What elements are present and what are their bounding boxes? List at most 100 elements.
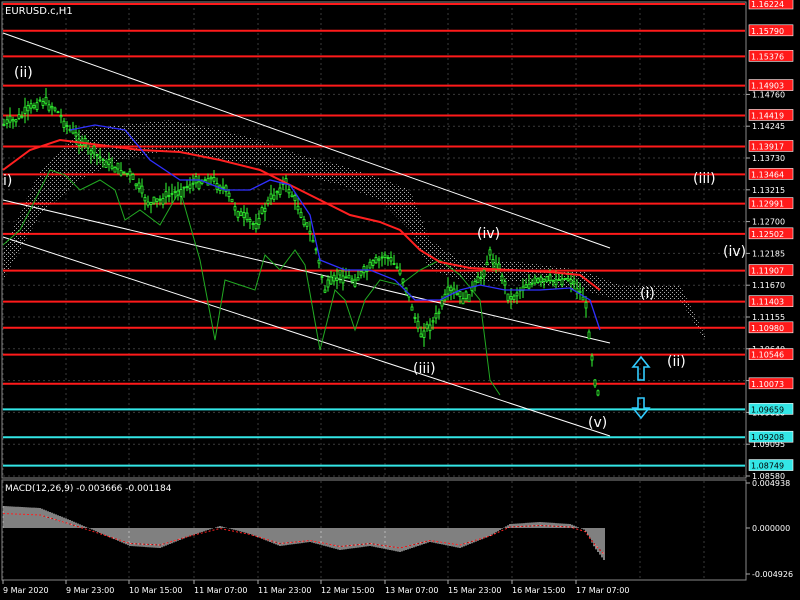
candle-body [338,269,342,276]
candle-body [515,292,519,297]
price-level-box[interactable]: 1.15376 [748,50,794,62]
price-level-box[interactable]: 1.13917 [748,140,794,152]
candle-body [116,162,120,170]
time-tick-label: 17 Mar 07:00 [576,586,629,595]
candle-body [311,239,315,243]
price-level-label: 1.10980 [751,324,784,333]
price-level-box[interactable]: 1.14419 [748,109,794,121]
price-level-box[interactable]: 1.10980 [748,321,794,334]
candle-body [251,223,255,225]
candle-body [305,222,309,227]
wave-label: (iii) [413,361,436,377]
price-tick-label: 1.14245 [752,122,785,131]
candle-body [491,259,495,264]
candle-body [125,172,129,175]
candle-body [398,269,402,275]
candle-body [569,279,573,284]
price-level-box[interactable]: 1.08749 [748,459,794,471]
candle-body [524,284,528,288]
price-level-label: 1.15376 [751,52,784,61]
candle-body [437,311,441,314]
candle-body [35,102,39,110]
price-level-label: 1.12502 [751,230,784,239]
candle-body [155,198,159,202]
candle-body [110,165,114,169]
candle-body [557,279,561,281]
candle-body [572,281,576,285]
trading-chart[interactable]: (ii) i) (iii) (iv) (v) (iii) (iv) (i) (ii) EURUS… [0,0,800,600]
candle-body [230,198,234,203]
candle-body [203,179,207,182]
price-level-box[interactable]: 1.16224 [748,0,794,10]
candle-body [551,279,555,282]
wave-label: (v) [588,415,607,431]
candle-body [236,211,240,218]
price-level-label: 1.11907 [751,267,784,276]
candle-body [314,248,318,251]
candle-body [167,195,171,197]
candle-body [140,185,144,194]
price-level-box[interactable]: 1.12991 [748,197,794,209]
candle-body [107,159,111,165]
candle-body [359,271,363,276]
candle-body [299,211,303,218]
candle-body [275,191,279,194]
candle-body [374,256,378,264]
price-level-label: 1.09659 [751,405,784,414]
time-tick-label: 16 Mar 15:00 [512,586,565,595]
price-level-label: 1.11403 [751,298,784,307]
price-axis[interactable]: 1.14760 1.14245 1.13730 1.13215 1.12700 1.121… [746,0,800,481]
time-tick-label: 9 Mar 23:00 [66,586,114,595]
candle-body [377,258,381,261]
price-level-box[interactable]: 1.11907 [748,264,794,276]
candle-body [278,187,282,195]
price-level-box[interactable]: 1.10073 [748,377,794,390]
candle-body [335,277,339,281]
wave-label: (iv) [477,226,500,242]
candle-body [101,158,105,161]
price-level-box[interactable]: 1.14903 [748,79,794,91]
candle-body [20,115,24,118]
time-tick-label: 10 Mar 15:00 [129,586,182,595]
time-tick-label: 9 Mar 2020 [3,586,49,595]
candle-body [191,182,195,185]
price-level-box[interactable]: 1.09659 [748,403,794,415]
candle-body [290,194,294,198]
price-level-box[interactable]: 1.09208 [748,430,794,443]
candle-body [458,291,462,298]
candle-body [179,189,183,197]
candle-body [527,283,531,289]
candle-body [485,262,489,266]
candle-body [488,249,492,256]
candle-body [197,181,201,190]
candle-body [104,161,108,168]
candle-body [95,154,99,156]
price-level-box[interactable]: 1.10546 [748,348,794,360]
price-level-box[interactable]: 1.13464 [748,168,794,180]
candle-body [161,198,165,205]
candle-body [254,222,258,230]
candle-body [419,333,423,338]
candle-body [476,276,480,284]
candle-body [497,263,501,269]
candle-body [14,119,18,123]
wave-label: (ii) [14,65,33,81]
candle-body [143,197,147,202]
candle-body [539,276,543,283]
candle-body [464,291,468,300]
candle-body [293,195,297,202]
candle-body [332,274,336,282]
candle-body [593,379,597,387]
price-level-label: 1.14419 [751,111,784,120]
candle-body [368,261,372,269]
macd-label: MACD(12,26,9) -0.003666 -0.001184 [5,484,172,494]
price-level-box[interactable]: 1.11403 [748,295,794,307]
wave-label: (i) [640,286,655,302]
price-level-box[interactable]: 1.15790 [748,24,794,37]
candle-body [455,292,459,296]
candle-body [86,143,90,149]
candle-body [170,193,174,195]
candle-body [554,279,558,286]
price-level-box[interactable]: 1.12502 [748,227,794,240]
candle-body [392,263,396,265]
